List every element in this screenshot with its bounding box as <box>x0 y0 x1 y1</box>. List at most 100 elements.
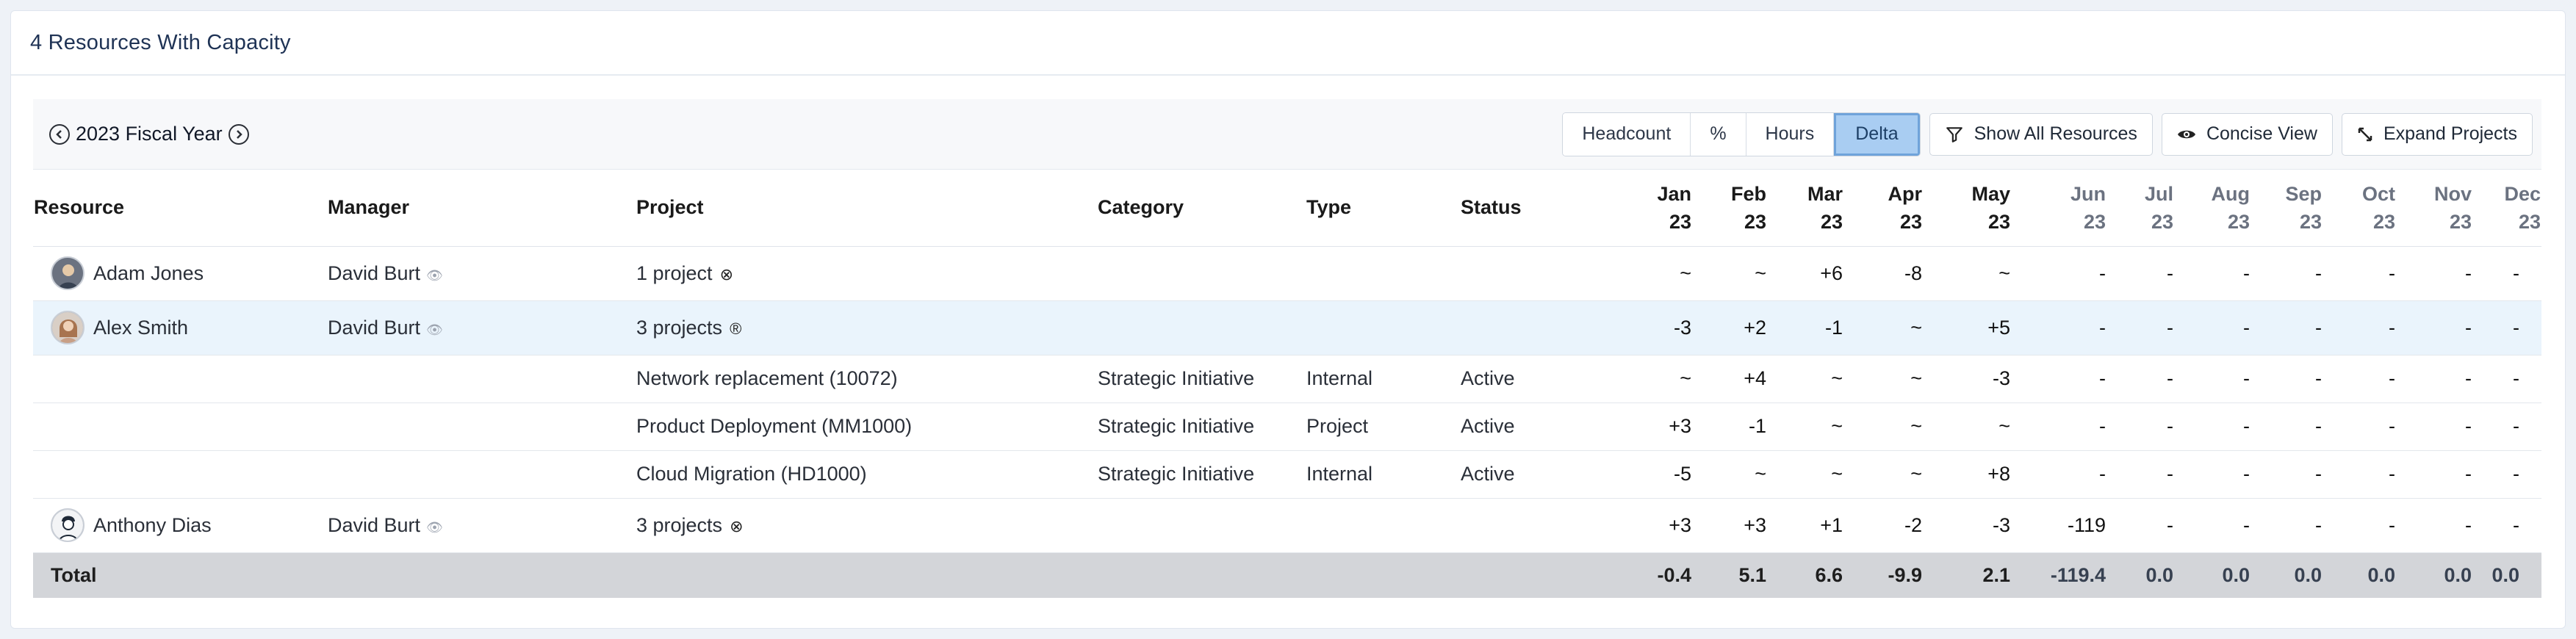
col-resource[interactable]: Resource <box>33 170 327 247</box>
cell-value: - <box>2472 246 2541 301</box>
capacity-grid: 2023 Fiscal Year Headcount % Hours Delta… <box>33 99 2541 598</box>
total-value: 0.0 <box>2107 552 2174 598</box>
col-month-may[interactable]: May 23 <box>1923 170 2011 247</box>
eye-icon[interactable]: 👁 <box>426 520 443 535</box>
cell-value: ~ <box>1767 402 1843 451</box>
col-month-jan[interactable]: Jan 23 <box>1570 170 1692 247</box>
col-month-oct[interactable]: Oct 23 <box>2323 170 2396 247</box>
cell-value: - <box>2107 246 2174 301</box>
col-month-apr[interactable]: Apr 23 <box>1843 170 1923 247</box>
eye-icon[interactable]: 👁 <box>426 322 443 337</box>
total-value: 0.0 <box>2174 552 2251 598</box>
table-row[interactable]: Adam Jones David Burt 👁 1 project ⊗ ~ ~ +6… <box>33 246 2541 301</box>
cell-value: - <box>2396 300 2472 355</box>
project-status-icon: ⊗ <box>719 264 733 284</box>
cell-value: - <box>2107 498 2174 553</box>
table-row[interactable]: Anthony Dias David Burt 👁 3 projects ⊗ +3 … <box>33 498 2541 553</box>
cell-value: ~ <box>1692 246 1767 301</box>
col-project[interactable]: Project <box>636 170 1097 247</box>
cell-value: -119 <box>2011 498 2107 553</box>
total-row: Total -0.4 5.1 6.6 -9.9 2.1 -119.4 0.0 0… <box>33 552 2541 598</box>
project-count[interactable]: 3 projects <box>636 514 722 536</box>
cell-value: ~ <box>1767 355 1843 403</box>
total-value: 6.6 <box>1767 552 1843 598</box>
total-label: Total <box>33 552 327 598</box>
col-month-aug[interactable]: Aug 23 <box>2174 170 2251 247</box>
cell-value: +5 <box>1923 300 2011 355</box>
resource-name[interactable]: Alex Smith <box>93 317 188 339</box>
cell-value: - <box>2396 450 2472 499</box>
project-type: Internal <box>1306 450 1460 499</box>
table-row[interactable]: Alex Smith David Burt 👁 3 projects ® -3 +2… <box>33 300 2541 355</box>
toolbar-actions: Headcount % Hours Delta Show All Resourc… <box>1562 112 2533 156</box>
fiscal-year-selector: 2023 Fiscal Year <box>49 123 249 145</box>
cell-value: ~ <box>1570 355 1692 403</box>
cell-value: - <box>2011 450 2107 499</box>
col-month-nov[interactable]: Nov 23 <box>2396 170 2472 247</box>
mode-headcount-button[interactable]: Headcount <box>1563 112 1691 156</box>
project-row: Product Deployment (MM1000) Strategic In… <box>33 402 2541 451</box>
cell-value: - <box>2174 450 2251 499</box>
cell-value: - <box>2472 300 2541 355</box>
col-month-dec[interactable]: Dec 23 <box>2472 170 2541 247</box>
cell-value: - <box>2323 246 2396 301</box>
display-mode-toggle: Headcount % Hours Delta <box>1562 112 1921 156</box>
cell-value: - <box>2323 402 2396 451</box>
cell-value: ~ <box>1843 450 1923 499</box>
eye-icon[interactable]: 👁 <box>426 268 443 283</box>
total-value: -9.9 <box>1843 552 1923 598</box>
avatar <box>51 508 84 542</box>
project-status-icon: ⊗ <box>730 516 744 535</box>
resource-name[interactable]: Anthony Dias <box>93 514 212 537</box>
project-category: Strategic Initiative <box>1097 402 1306 451</box>
project-status: Active <box>1460 355 1570 403</box>
cell-value: -2 <box>1843 498 1923 553</box>
cell-value: - <box>2174 355 2251 403</box>
cell-value: ~ <box>1767 450 1843 499</box>
concise-view-button[interactable]: Concise View <box>2161 112 2333 156</box>
col-status[interactable]: Status <box>1460 170 1570 247</box>
cell-value: -5 <box>1570 450 1692 499</box>
project-name[interactable]: Product Deployment (MM1000) <box>636 402 1097 451</box>
project-count[interactable]: 1 project <box>636 262 713 284</box>
cell-value: -1 <box>1692 402 1767 451</box>
cell-value: ~ <box>1692 450 1767 499</box>
cell-value: - <box>2251 355 2323 403</box>
cell-value: - <box>2174 402 2251 451</box>
project-count[interactable]: 3 projects <box>636 317 722 339</box>
col-type[interactable]: Type <box>1306 170 1460 247</box>
project-name[interactable]: Network replacement (10072) <box>636 355 1097 403</box>
cell-value: +3 <box>1570 498 1692 553</box>
project-name[interactable]: Cloud Migration (HD1000) <box>636 450 1097 499</box>
col-month-feb[interactable]: Feb 23 <box>1692 170 1767 247</box>
expand-projects-button[interactable]: Expand Projects <box>2341 112 2533 156</box>
next-year-button[interactable] <box>228 123 249 145</box>
col-month-sep[interactable]: Sep 23 <box>2251 170 2323 247</box>
cell-value: +4 <box>1692 355 1767 403</box>
concise-view-label: Concise View <box>2206 123 2317 144</box>
cell-value: - <box>2396 355 2472 403</box>
panel-title: 4 Resources With Capacity <box>30 30 291 54</box>
mode-hours-button[interactable]: Hours <box>1746 112 1835 156</box>
resource-name[interactable]: Adam Jones <box>93 262 204 285</box>
total-value: -0.4 <box>1570 552 1692 598</box>
col-manager[interactable]: Manager <box>327 170 636 247</box>
col-month-jun[interactable]: Jun 23 <box>2011 170 2107 247</box>
cell-value: ~ <box>1843 355 1923 403</box>
total-value: 0.0 <box>2396 552 2472 598</box>
col-month-mar[interactable]: Mar 23 <box>1767 170 1843 247</box>
col-category[interactable]: Category <box>1097 170 1306 247</box>
mode-delta-button[interactable]: Delta <box>1834 112 1920 156</box>
mode-percent-button[interactable]: % <box>1691 112 1746 156</box>
total-value: 5.1 <box>1692 552 1767 598</box>
avatar <box>51 256 84 290</box>
cell-value: - <box>2011 355 2107 403</box>
prev-year-button[interactable] <box>49 123 70 145</box>
col-month-jul[interactable]: Jul 23 <box>2107 170 2174 247</box>
cell-value: ~ <box>1843 402 1923 451</box>
cell-value: - <box>2011 402 2107 451</box>
grid-toolbar: 2023 Fiscal Year Headcount % Hours Delta… <box>33 99 2541 170</box>
cell-value: - <box>2011 246 2107 301</box>
show-all-resources-button[interactable]: Show All Resources <box>1929 112 2153 156</box>
cell-value: -8 <box>1843 246 1923 301</box>
